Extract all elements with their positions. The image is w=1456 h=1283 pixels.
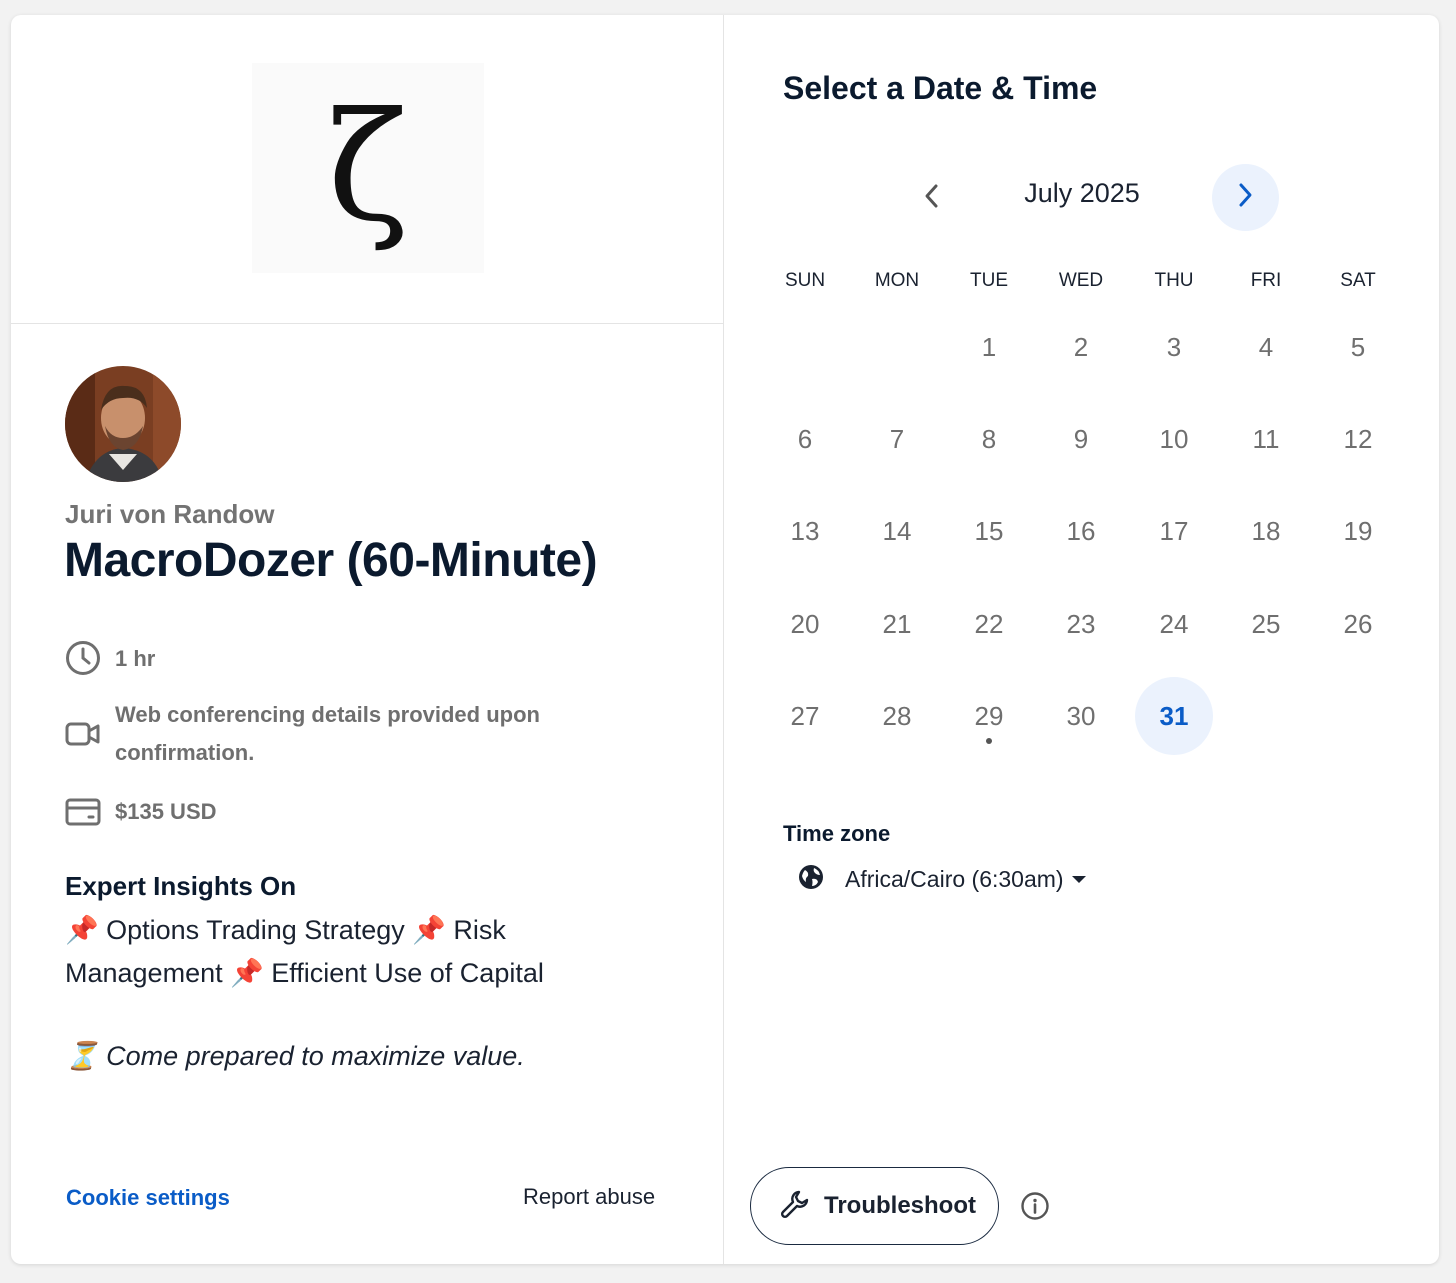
month-label: July 2025 <box>1024 178 1140 208</box>
duration-text: 1 hr <box>115 646 156 671</box>
scheduler-panel: Select a Date & Time July 2025 Time zone… <box>725 15 1439 1264</box>
calendar-day-20: 20 <box>790 608 820 639</box>
calendar-day-12: 12 <box>1343 423 1373 454</box>
weekday-fri: FRI <box>1250 270 1282 291</box>
calendar-day-2: 2 <box>1073 331 1089 362</box>
caret-down-icon <box>1071 876 1086 883</box>
calendar-day-17: 17 <box>1159 515 1189 546</box>
today-indicator-dot <box>986 738 992 744</box>
weekday-thu: THU <box>1154 270 1194 291</box>
chevron-left-icon <box>921 182 941 215</box>
troubleshoot-button[interactable]: Troubleshoot <box>750 1167 999 1245</box>
calendar-day-9: 9 <box>1073 423 1089 454</box>
next-month-button[interactable] <box>1212 164 1279 231</box>
timezone-select[interactable]: Africa/Cairo (6:30am) <box>797 863 1086 896</box>
wrench-icon <box>780 1189 810 1224</box>
calendar-day-5: 5 <box>1350 331 1366 362</box>
previous-month-button[interactable] <box>903 165 959 231</box>
calendar-day-19: 19 <box>1343 515 1373 546</box>
weekday-mon: MON <box>874 270 920 291</box>
calendar-day-15: 15 <box>974 515 1004 546</box>
host-name: Juri von Randow <box>65 499 275 529</box>
timezone-label: Time zone <box>783 821 891 846</box>
description-heading: Expert Insights On <box>65 871 297 901</box>
globe-icon <box>797 863 825 896</box>
calendar-day-3: 3 <box>1166 331 1182 362</box>
video-camera-icon <box>65 716 101 752</box>
calendar-day-6: 6 <box>797 423 813 454</box>
event-title: MacroDozer (60-Minute) <box>64 534 598 587</box>
calendar-day-26: 26 <box>1343 608 1373 639</box>
location-text: Web conferencing details provided upon c… <box>115 702 540 765</box>
info-icon[interactable] <box>1020 1191 1050 1221</box>
weekday-sat: SAT <box>1340 270 1376 291</box>
clock-icon <box>65 640 101 676</box>
calendar-day-11: 11 <box>1252 423 1280 454</box>
weekday-tue: TUE <box>970 270 1008 291</box>
calendar-day-16: 16 <box>1066 515 1096 546</box>
description-body: 📌 Options Trading Strategy 📌 Risk Manage… <box>65 915 544 988</box>
description-note: ⏳ Come prepared to maximize value. <box>65 1041 525 1071</box>
scheduler-title: Select a Date & Time <box>783 70 1098 106</box>
calendar-day-18: 18 <box>1251 515 1281 546</box>
weekday-sun: SUN <box>784 270 826 291</box>
calendar-day-1: 1 <box>981 331 997 362</box>
calendar-day-8: 8 <box>981 423 997 454</box>
calendar-day-23: 23 <box>1066 608 1096 639</box>
cookie-settings-link[interactable]: Cookie settings <box>66 1185 230 1211</box>
calendar-day-30: 30 <box>1066 700 1096 731</box>
chevron-right-icon <box>1236 181 1256 214</box>
calendar-day-13: 13 <box>790 515 820 546</box>
calendar-day-22: 22 <box>974 608 1004 639</box>
logo-header: ζ <box>11 15 723 324</box>
calendar-day-14: 14 <box>882 515 912 546</box>
wallet-icon <box>65 793 101 829</box>
brand-logo-glyph: ζ <box>327 81 409 255</box>
calendar-day-10: 10 <box>1159 423 1189 454</box>
calendar-day-7: 7 <box>889 423 905 454</box>
price-row: $135 USD <box>65 793 217 831</box>
price-text: $135 USD <box>115 799 217 824</box>
troubleshoot-label: Troubleshoot <box>824 1192 976 1219</box>
host-avatar <box>65 366 181 482</box>
event-details-panel: ζ Juri von Randow MacroDozer (60-Minute)… <box>11 15 724 1264</box>
timezone-value: Africa/Cairo (6:30am) <box>845 866 1064 892</box>
calendar-day-4: 4 <box>1258 331 1274 362</box>
booking-card: ζ Juri von Randow MacroDozer (60-Minute)… <box>11 15 1439 1264</box>
calendar-day-21: 21 <box>882 608 912 639</box>
duration-row: 1 hr <box>65 640 155 678</box>
brand-logo: ζ <box>252 63 484 273</box>
calendar-day-31[interactable]: 31 <box>1135 677 1213 755</box>
weekday-wed: WED <box>1058 270 1104 291</box>
calendar-day-27: 27 <box>790 700 820 731</box>
location-row: Web conferencing details provided upon c… <box>65 696 605 772</box>
report-abuse-link[interactable]: Report abuse <box>523 1184 655 1210</box>
calendar-day-28: 28 <box>882 700 912 731</box>
calendar-day-25: 25 <box>1251 608 1281 639</box>
calendar-day-24: 24 <box>1159 608 1189 639</box>
